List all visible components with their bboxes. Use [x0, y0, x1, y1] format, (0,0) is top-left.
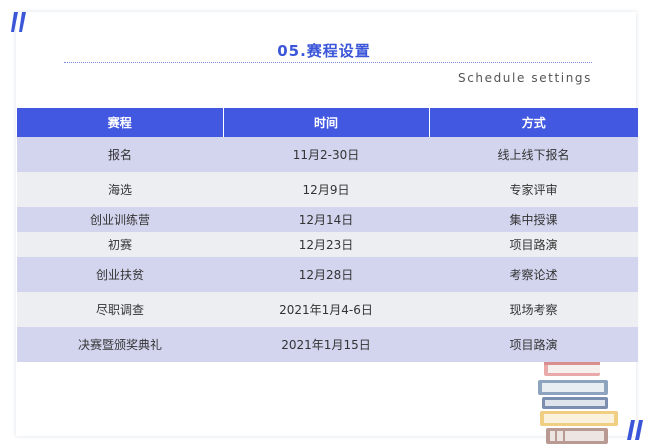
table-row: 报名 11月2-30日 线上线下报名: [17, 137, 638, 172]
page: 05.赛程设置 Schedule settings 赛程 时间 方式 报名 11…: [0, 0, 648, 444]
column-header-time: 时间: [223, 108, 430, 137]
table-header-row: 赛程 时间 方式: [17, 108, 638, 137]
cell-stage: 初赛: [17, 232, 223, 257]
book-stack-icon: [538, 362, 618, 444]
cell-method: 现场考察: [429, 292, 638, 327]
page-subtitle: Schedule settings: [457, 71, 592, 85]
cell-time: 12月28日: [223, 257, 429, 292]
cell-stage: 报名: [17, 137, 223, 172]
cell-method: 项目路演: [429, 232, 638, 257]
cell-method: 线上线下报名: [429, 137, 638, 172]
cell-time: 12月23日: [223, 232, 429, 257]
slash-marks-icon: [627, 420, 643, 440]
table-row: 初赛 12月23日 项目路演: [17, 232, 638, 257]
column-header-stage: 赛程: [17, 108, 224, 137]
cell-time: 11月2-30日: [223, 137, 429, 172]
page-title: 05.赛程设置: [277, 42, 371, 60]
cell-time: 2021年1月4-6日: [223, 292, 429, 327]
cell-time: 12月14日: [223, 207, 429, 232]
cell-stage: 创业训练营: [17, 207, 223, 232]
cell-stage: 创业扶贫: [17, 257, 223, 292]
table-row: 创业扶贫 12月28日 考察论述: [17, 257, 638, 292]
cell-stage: 决赛暨颁奖典礼: [17, 327, 223, 362]
column-header-method: 方式: [429, 108, 638, 137]
cell-method: 考察论述: [429, 257, 638, 292]
title-divider: [64, 62, 592, 63]
table-row: 海选 12月9日 专家评审: [17, 172, 638, 207]
table-row: 尽职调查 2021年1月4-6日 现场考察: [17, 292, 638, 327]
cell-method: 集中授课: [429, 207, 638, 232]
cell-time: 2021年1月15日: [223, 327, 429, 362]
cell-method: 专家评审: [429, 172, 638, 207]
slash-marks-icon: [11, 12, 26, 32]
cell-stage: 海选: [17, 172, 223, 207]
cell-stage: 尽职调查: [17, 292, 223, 327]
cell-time: 12月9日: [223, 172, 429, 207]
table-row: 创业训练营 12月14日 集中授课: [17, 207, 638, 232]
schedule-table: 赛程 时间 方式 报名 11月2-30日 线上线下报名 海选 12月9日 专家评…: [17, 108, 638, 362]
